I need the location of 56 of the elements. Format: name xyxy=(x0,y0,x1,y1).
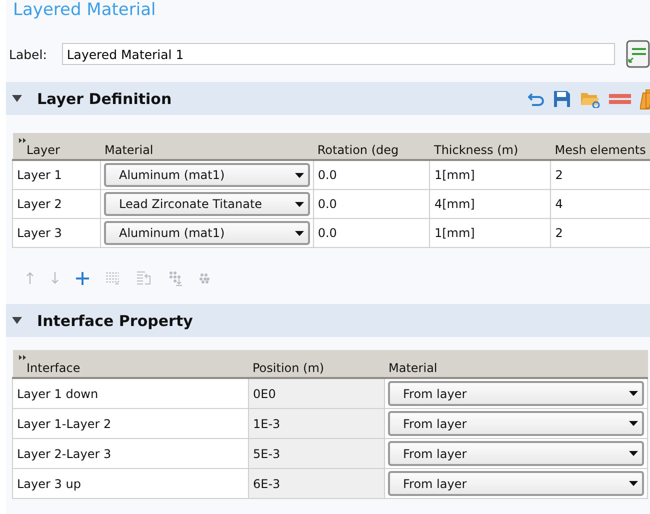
table-cell: 1E-3 xyxy=(248,408,384,438)
save-icon[interactable] xyxy=(553,90,571,108)
table-cell: 0E0 xyxy=(248,378,384,408)
section-title: Interface Property xyxy=(37,312,193,330)
table-cell: Layer 3 up xyxy=(12,468,248,498)
table-cell: 6E-3 xyxy=(248,468,384,498)
caret-icon xyxy=(629,391,638,396)
expand-arrows-icon[interactable] xyxy=(18,355,26,360)
caret-icon xyxy=(629,421,638,426)
table-cell[interactable]: 0.0 xyxy=(313,190,430,218)
bars-icon[interactable] xyxy=(609,92,631,104)
table-cell[interactable]: 0.0 xyxy=(313,218,430,248)
table-cell: Layer 1 down xyxy=(12,378,248,408)
caret-icon xyxy=(294,230,304,236)
table-cell: Layer 2 xyxy=(12,190,100,218)
table-cell[interactable]: 4[mm] xyxy=(430,190,551,218)
collapse-icon[interactable] xyxy=(12,316,22,324)
caret-icon xyxy=(629,451,638,456)
plus-icon[interactable] xyxy=(76,272,89,284)
material-dropdown[interactable]: Aluminum (mat1) xyxy=(104,163,310,187)
material-dropdown[interactable]: From layer xyxy=(388,411,644,436)
expand-arrows-icon[interactable] xyxy=(18,138,26,143)
field-label: Label: xyxy=(9,46,48,62)
table-cell[interactable]: 1[mm] xyxy=(430,160,551,190)
caret-icon xyxy=(294,202,304,206)
column-header: Material xyxy=(104,143,154,159)
caret-icon xyxy=(294,172,304,178)
panel-title: Layered Material xyxy=(12,0,157,22)
table-cell[interactable]: 0.0 xyxy=(313,160,430,190)
table-cell: Layer 1 xyxy=(12,160,100,190)
column-header: Interface xyxy=(26,361,80,377)
table-cell: 5E-3 xyxy=(248,438,384,468)
table-cell: Layer 2-Layer 3 xyxy=(12,438,248,468)
note-icon[interactable] xyxy=(626,40,650,68)
label-field[interactable]: Layered Material 1 xyxy=(62,43,616,65)
column-header: Rotation (deg xyxy=(317,143,399,159)
table-cell[interactable]: 2 xyxy=(550,160,650,190)
material-dropdown[interactable]: From layer xyxy=(388,471,644,496)
column-header: Mesh elements xyxy=(554,143,646,159)
table-cell[interactable]: 2 xyxy=(550,218,650,248)
column-header: Position (m) xyxy=(252,361,324,377)
column-header: Layer xyxy=(26,143,60,159)
table-cell[interactable]: 4 xyxy=(550,190,650,218)
collapse-icon[interactable] xyxy=(12,94,22,102)
table-cell[interactable]: 1[mm] xyxy=(430,218,551,248)
undo-icon[interactable] xyxy=(528,92,544,106)
material-dropdown[interactable]: Lead Zirconate Titanate xyxy=(104,192,310,216)
column-header: Thickness (m) xyxy=(434,143,518,159)
material-dropdown[interactable]: From layer xyxy=(388,381,644,406)
caret-icon xyxy=(629,481,638,486)
section-title: Layer Definition xyxy=(37,90,172,108)
material-dropdown[interactable]: Aluminum (mat1) xyxy=(104,221,310,245)
table-cell: Layer 1-Layer 2 xyxy=(12,408,248,438)
table-cell: Layer 3 xyxy=(12,218,100,248)
material-dropdown[interactable]: From layer xyxy=(388,441,644,466)
column-header: Material xyxy=(388,361,438,377)
